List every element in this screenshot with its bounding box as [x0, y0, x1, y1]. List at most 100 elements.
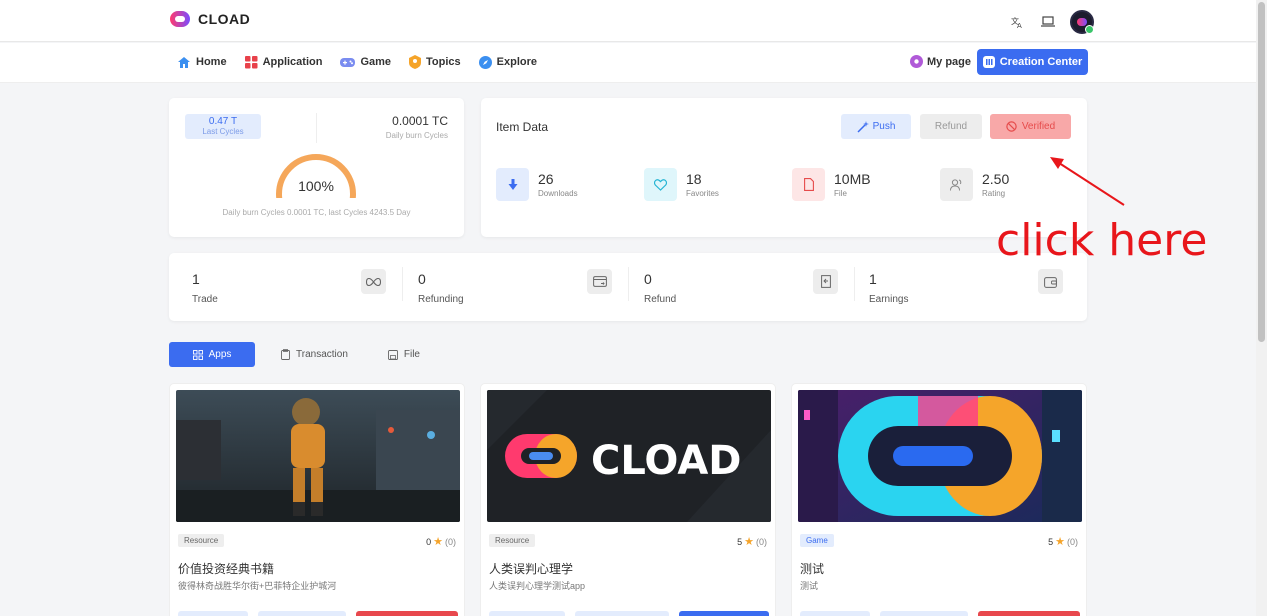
tab-file[interactable]: File	[374, 342, 434, 367]
stat-downloads: 26 Downloads	[496, 168, 578, 201]
nav-game-label: Game	[360, 56, 392, 68]
product-image[interactable]: CLOAD	[487, 390, 771, 522]
rating: 0 ★ (0)	[426, 535, 456, 548]
refund-button[interactable]: Refund	[920, 114, 982, 139]
category-badge: Resource	[489, 534, 536, 547]
last-cycles-value: 0.47 T	[208, 116, 238, 127]
metrics-card: 1 Trade 0 Refunding 0 Refund 1 Earnings	[169, 253, 1087, 321]
divider	[402, 267, 403, 301]
nav-game[interactable]: Game	[340, 55, 391, 69]
magic-wand-icon	[857, 120, 869, 133]
product-title[interactable]: 价值投资经典书籍	[178, 560, 274, 577]
creation-center-button[interactable]: Creation Center	[977, 49, 1088, 75]
nav-topics-label: Topics	[426, 56, 461, 68]
translate-icon[interactable]: 文A	[1010, 14, 1026, 30]
avatar[interactable]	[1070, 10, 1094, 34]
logo[interactable]: CLOAD	[170, 11, 250, 27]
verified-label: Verified	[1021, 121, 1056, 132]
nav-topics[interactable]: Topics	[409, 55, 461, 69]
rating-count: (0)	[756, 536, 767, 547]
product-title[interactable]: 人类误判心理学	[489, 560, 573, 577]
product-card[interactable]: CLOAD Resource 5 ★ (0) 人类误判心理学 人类误判心理学测试…	[480, 383, 776, 616]
push-button[interactable]: Push	[841, 114, 911, 139]
annotation-arrow	[1050, 157, 1125, 206]
product-action-button[interactable]	[679, 611, 769, 616]
metric-label: Earnings	[869, 294, 909, 305]
nav-explore[interactable]: Explore	[478, 55, 538, 69]
creation-center-label: Creation Center	[999, 56, 1083, 68]
metric-label: Trade	[192, 294, 218, 305]
refund-label: Refund	[934, 121, 968, 132]
content-tabs: Apps Transaction File	[169, 342, 434, 367]
nav-application[interactable]: Application	[244, 55, 323, 69]
product-description: 人类误判心理学测试app	[489, 581, 586, 591]
card-refund-icon	[587, 269, 612, 294]
laptop-icon[interactable]	[1040, 14, 1056, 30]
verified-button[interactable]: Verified	[990, 114, 1071, 139]
stat-file: 10MB File	[792, 168, 871, 201]
cycles-card: 0.47 T Last Cycles 0.0001 TC Daily burn …	[169, 98, 464, 237]
product-title[interactable]: 测试	[800, 560, 824, 577]
ban-icon	[1006, 121, 1017, 132]
nav-home-label: Home	[196, 56, 227, 68]
product-description: 彼得林奇战胜华尔街+巴菲特企业护城河	[178, 581, 337, 591]
product-card[interactable]: Game 5 ★ (0) 测试 测试	[791, 383, 1087, 616]
apps-icon	[244, 55, 258, 68]
product-action-button[interactable]	[575, 611, 669, 616]
topics-icon	[409, 55, 422, 69]
stat-label: Downloads	[538, 189, 578, 198]
product-action-button[interactable]	[489, 611, 565, 616]
tab-file-label: File	[403, 349, 420, 360]
category-badge: Game	[800, 534, 834, 547]
infinity-icon	[361, 269, 386, 294]
rating-value: 0	[426, 536, 432, 547]
receipt-icon	[813, 269, 838, 294]
metric-label: Refunding	[418, 294, 464, 305]
product-image[interactable]	[798, 390, 1082, 522]
product-action-button[interactable]	[800, 611, 870, 616]
cload-logo-icon	[170, 11, 190, 27]
tab-apps[interactable]: Apps	[169, 342, 255, 367]
star-icon: ★	[433, 536, 443, 548]
product-action-button[interactable]	[356, 611, 458, 616]
file-icon	[792, 168, 825, 201]
creation-icon	[982, 56, 995, 68]
heart-icon	[644, 168, 677, 201]
stat-label: Rating	[982, 189, 1006, 198]
app-name: CLOAD	[198, 11, 251, 27]
product-action-button[interactable]	[978, 611, 1080, 616]
stat-favorites: 18 Favorites	[644, 168, 719, 201]
rating-count: (0)	[445, 536, 456, 547]
rating-value: 5	[1048, 536, 1054, 547]
product-card[interactable]: Resource 0 ★ (0) 价值投资经典书籍 彼得林奇战胜华尔街+巴菲特企…	[169, 383, 465, 616]
star-icon: ★	[1055, 536, 1065, 548]
cycles-footer: Daily burn Cycles 0.0001 TC, last Cycles…	[222, 208, 411, 217]
rating: 5 ★ (0)	[737, 535, 767, 548]
divider	[854, 267, 855, 301]
product-action-button[interactable]	[880, 611, 968, 616]
tab-apps-label: Apps	[208, 349, 232, 360]
nav-home[interactable]: Home	[177, 55, 227, 69]
main-nav: Home Application Game Topics Explore My …	[0, 43, 1256, 83]
tab-transaction-label: Transaction	[296, 349, 348, 360]
my-page-link[interactable]: My page	[910, 55, 971, 68]
nav-application-label: Application	[262, 56, 323, 68]
product-action-button[interactable]	[178, 611, 248, 616]
grid-icon	[192, 349, 203, 360]
users-icon	[940, 168, 973, 201]
category-badge: Resource	[178, 534, 225, 547]
tab-transaction[interactable]: Transaction	[267, 342, 362, 367]
svg-text:A: A	[1017, 22, 1022, 29]
nav-explore-label: Explore	[496, 56, 538, 68]
product-image[interactable]	[176, 390, 460, 522]
product-action-button[interactable]	[258, 611, 346, 616]
metric-label: Refund	[644, 294, 677, 305]
scrollbar-thumb[interactable]	[1258, 2, 1265, 342]
stat-label: File	[834, 189, 847, 198]
top-bar: CLOAD 文A	[0, 0, 1256, 42]
compass-icon	[478, 55, 492, 69]
clipboard-icon	[281, 349, 290, 360]
stat-value: 2.50	[982, 171, 1010, 187]
scrollbar[interactable]	[1256, 0, 1267, 616]
daily-burn: 0.0001 TC Daily burn Cycles	[386, 114, 448, 140]
